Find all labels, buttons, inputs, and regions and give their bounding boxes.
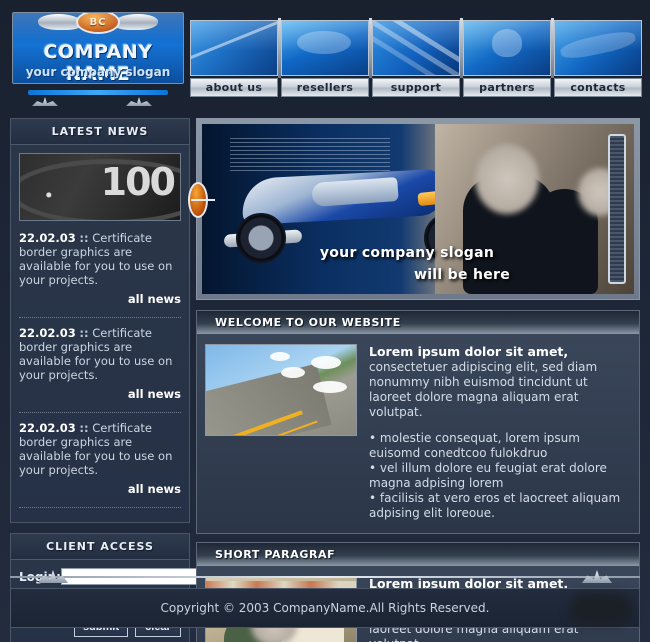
news-date: 22.02.03 [19, 326, 76, 340]
hero-image: your company slogan will be here [202, 124, 634, 294]
welcome-lead: Lorem ipsum dolor sit amet, [369, 344, 569, 359]
footer-ornament [0, 570, 650, 584]
nav-item-about-us[interactable]: about us [190, 14, 281, 100]
cloud-shape [270, 352, 290, 362]
nav-thumbnail-resellers-icon [281, 20, 369, 76]
welcome-paragraph: consectetuer adipiscing elit, sed diam n… [369, 360, 598, 419]
main-navigation: about us resellers support partners cont [190, 14, 642, 100]
nav-item-partners[interactable]: partners [463, 14, 554, 100]
site-header: BC COMPANY NAME your company slogan abou… [0, 0, 650, 112]
news-text: 22.02.03 :: Certificate border graphics … [19, 326, 181, 382]
sidebar: LATEST NEWS 22.02.03 :: Certificate bord… [10, 118, 242, 642]
nav-label-resellers: resellers [281, 78, 369, 97]
welcome-bullet: facilisis at vero eros et laocreet aliqu… [369, 491, 631, 521]
welcome-bullet: vel illum dolore eu feugiat erat dolore … [369, 461, 631, 491]
news-divider [19, 412, 181, 413]
news-item: 22.02.03 :: Certificate border graphics … [19, 419, 181, 500]
main-content: your company slogan will be here WELCOME… [188, 118, 640, 642]
news-separator: :: [79, 231, 89, 245]
latest-news-body: 22.02.03 :: Certificate border graphics … [11, 145, 189, 522]
copyright-text: Copyright © 2003 CompanyName.All Rights … [160, 601, 490, 615]
welcome-text-block: Lorem ipsum dolor sit amet, consectetuer… [369, 344, 631, 521]
all-news-link[interactable]: all news [19, 292, 181, 306]
news-date: 22.02.03 [19, 421, 76, 435]
news-separator: :: [79, 326, 89, 340]
news-item: 22.02.03 :: Certificate border graphics … [19, 229, 181, 310]
latest-news-title: LATEST NEWS [11, 119, 189, 145]
cloud-shape [313, 381, 347, 393]
page-root: BC COMPANY NAME your company slogan abou… [0, 0, 650, 642]
all-news-link[interactable]: all news [19, 387, 181, 401]
section-welcome-body: Lorem ipsum dolor sit amet, consectetuer… [196, 334, 640, 534]
footer-blurred-region [570, 594, 632, 624]
nav-label-support: support [372, 78, 460, 97]
header-ornament [14, 88, 182, 108]
hero-slogan-line1: your company slogan [319, 245, 495, 261]
client-access-title: CLIENT ACCESS [11, 534, 189, 560]
nav-thumbnail-partners-icon [463, 20, 551, 76]
logo-wing-right-icon [112, 14, 160, 30]
cloud-shape [311, 355, 341, 369]
nav-item-contacts[interactable]: contacts [554, 14, 642, 100]
logo-plate[interactable]: BC COMPANY NAME your company slogan [12, 12, 184, 84]
logo-oval-icon: BC [76, 13, 120, 34]
blurred-face [475, 144, 540, 215]
hero-scrollbar-decor[interactable] [608, 134, 626, 284]
hero-slogan-line2: will be here [413, 267, 511, 283]
hero-ornament-bar-icon [191, 199, 215, 201]
all-news-link[interactable]: all news [19, 482, 181, 496]
news-item: 22.02.03 :: Certificate border graphics … [19, 324, 181, 405]
hero-slogan: your company slogan will be here [202, 242, 634, 286]
nav-item-support[interactable]: support [372, 14, 463, 100]
latest-news-panel: LATEST NEWS 22.02.03 :: Certificate bord… [10, 118, 190, 523]
section-welcome: WELCOME TO OUR WEBSITE Lorem ipsum dolor… [196, 310, 640, 534]
logo-wing-left-icon [36, 14, 84, 30]
hero-ornament-icon [185, 173, 215, 227]
nav-thumbnail-about-us-icon [190, 20, 278, 76]
section-short-paragraf-title: SHORT PARAGRAF [196, 542, 640, 566]
news-photo-speedometer [19, 153, 181, 221]
nav-label-contacts: contacts [554, 78, 642, 97]
news-separator: :: [79, 421, 89, 435]
news-date: 22.02.03 [19, 231, 76, 245]
hero-banner[interactable]: your company slogan will be here [188, 118, 640, 300]
ornament-fleur-icon [32, 97, 58, 106]
news-divider [19, 507, 181, 508]
section-welcome-title: WELCOME TO OUR WEBSITE [196, 310, 640, 334]
cloud-shape [281, 366, 305, 378]
welcome-photo-road [205, 344, 357, 436]
nav-thumbnail-support-icon [372, 20, 460, 76]
nav-item-resellers[interactable]: resellers [281, 14, 372, 100]
nav-label-partners: partners [463, 78, 551, 97]
hero-text-block-decor [230, 138, 390, 172]
news-text: 22.02.03 :: Certificate border graphics … [19, 231, 181, 287]
ornament-fleur-icon [126, 97, 152, 106]
footer-rail-icon [10, 576, 640, 578]
welcome-bullet: molestie consequat, lorem ipsum euisomd … [369, 431, 631, 461]
nav-thumbnail-contacts-icon [554, 20, 642, 76]
nav-label-about-us: about us [190, 78, 278, 97]
ornament-rail-icon [28, 90, 168, 95]
footer-bar: Copyright © 2003 CompanyName.All Rights … [10, 588, 640, 628]
logo-mark-text: BC [89, 17, 107, 28]
news-text: 22.02.03 :: Certificate border graphics … [19, 421, 181, 477]
news-divider [19, 317, 181, 318]
company-slogan: your company slogan [25, 65, 171, 79]
welcome-bullet-list: molestie consequat, lorem ipsum euisomd … [369, 431, 631, 521]
logo-emblem-icon: BC [36, 13, 160, 37]
